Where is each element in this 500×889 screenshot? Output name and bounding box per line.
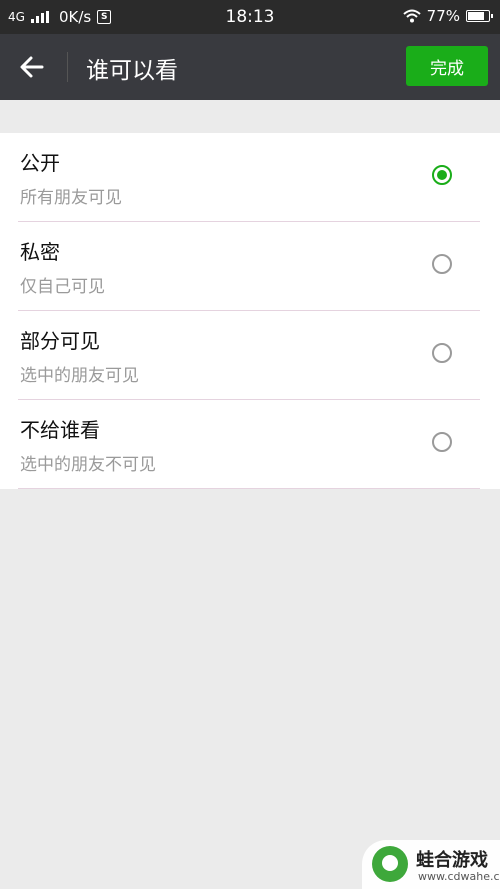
option-label: 不给谁看 — [20, 418, 100, 442]
radio-unselected-icon[interactable] — [432, 343, 452, 363]
battery-percent: 77% — [426, 7, 460, 25]
done-button[interactable]: 完成 — [406, 46, 488, 86]
watermark-url: www.cdwahe.com — [418, 870, 500, 883]
back-button[interactable] — [16, 53, 48, 81]
title-divider — [67, 52, 68, 82]
option-label: 公开 — [20, 151, 60, 175]
option-label: 私密 — [20, 240, 60, 264]
option-private[interactable]: 私密 仅自己可见 — [0, 222, 500, 311]
option-label: 部分可见 — [20, 329, 100, 353]
battery-icon — [466, 10, 493, 22]
radio-selected-icon[interactable] — [432, 165, 452, 185]
status-bar: 4G 0K/s S 18:13 77% — [0, 0, 500, 34]
option-public[interactable]: 公开 所有朋友可见 — [0, 133, 500, 222]
option-description: 所有朋友可见 — [20, 188, 122, 208]
option-exclude[interactable]: 不给谁看 选中的朋友不可见 — [0, 400, 500, 489]
watermark: 蛙合游戏 www.cdwahe.com — [362, 840, 500, 889]
arrow-left-icon — [20, 56, 44, 78]
radio-unselected-icon[interactable] — [432, 432, 452, 452]
wifi-icon — [402, 9, 421, 23]
option-description: 仅自己可见 — [20, 277, 105, 297]
frog-logo-icon — [372, 846, 408, 882]
title-bar: 谁可以看 完成 — [0, 34, 500, 100]
watermark-name: 蛙合游戏 — [416, 850, 488, 871]
option-partial[interactable]: 部分可见 选中的朋友可见 — [0, 311, 500, 400]
visibility-options-list: 公开 所有朋友可见 私密 仅自己可见 部分可见 选中的朋友可见 不给谁看 选中的… — [0, 133, 500, 489]
option-description: 选中的朋友不可见 — [20, 455, 156, 475]
status-right: 77% — [402, 7, 493, 25]
page-title: 谁可以看 — [86, 58, 178, 84]
radio-unselected-icon[interactable] — [432, 254, 452, 274]
row-divider — [18, 488, 480, 489]
option-description: 选中的朋友可见 — [20, 366, 139, 386]
